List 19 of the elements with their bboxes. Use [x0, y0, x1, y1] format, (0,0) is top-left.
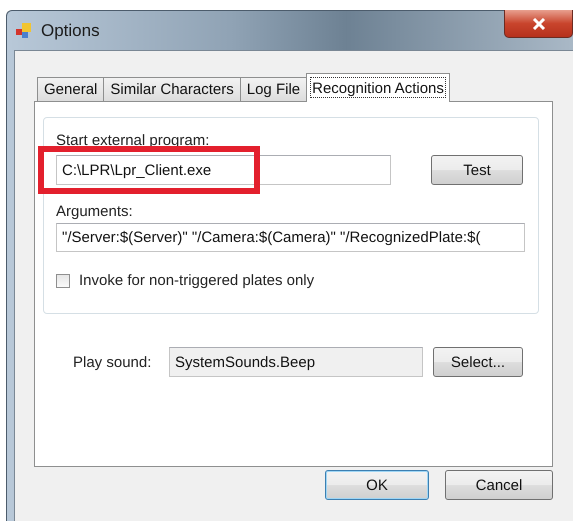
close-icon [532, 18, 546, 30]
test-button[interactable]: Test [431, 155, 523, 185]
cancel-button[interactable]: Cancel [445, 470, 553, 500]
window-title: Options [41, 20, 100, 40]
select-button[interactable]: Select... [433, 347, 523, 377]
checkbox-label: Invoke for non-triggered plates only [79, 272, 314, 289]
tab[interactable]: General [37, 77, 104, 101]
app-icon [15, 22, 33, 40]
tab[interactable]: Log File [240, 77, 308, 101]
field-label: Arguments: [56, 203, 134, 220]
sound-field[interactable]: SystemSounds.Beep [169, 347, 423, 377]
field-label: Play sound: [73, 354, 152, 370]
tab[interactable]: Recognition Actions [306, 73, 450, 102]
close-button[interactable] [504, 10, 573, 38]
tab[interactable]: Similar Characters [103, 77, 241, 101]
ok-button[interactable]: OK [325, 470, 429, 500]
arguments-field[interactable]: "/Server:$(Server)" "/Camera:$(Camera)" "/RecognizedPlate:$( [56, 223, 525, 252]
program-path-field[interactable]: C:\LPR\Lpr_Client.exe [56, 155, 391, 185]
checkbox[interactable] [56, 274, 70, 288]
